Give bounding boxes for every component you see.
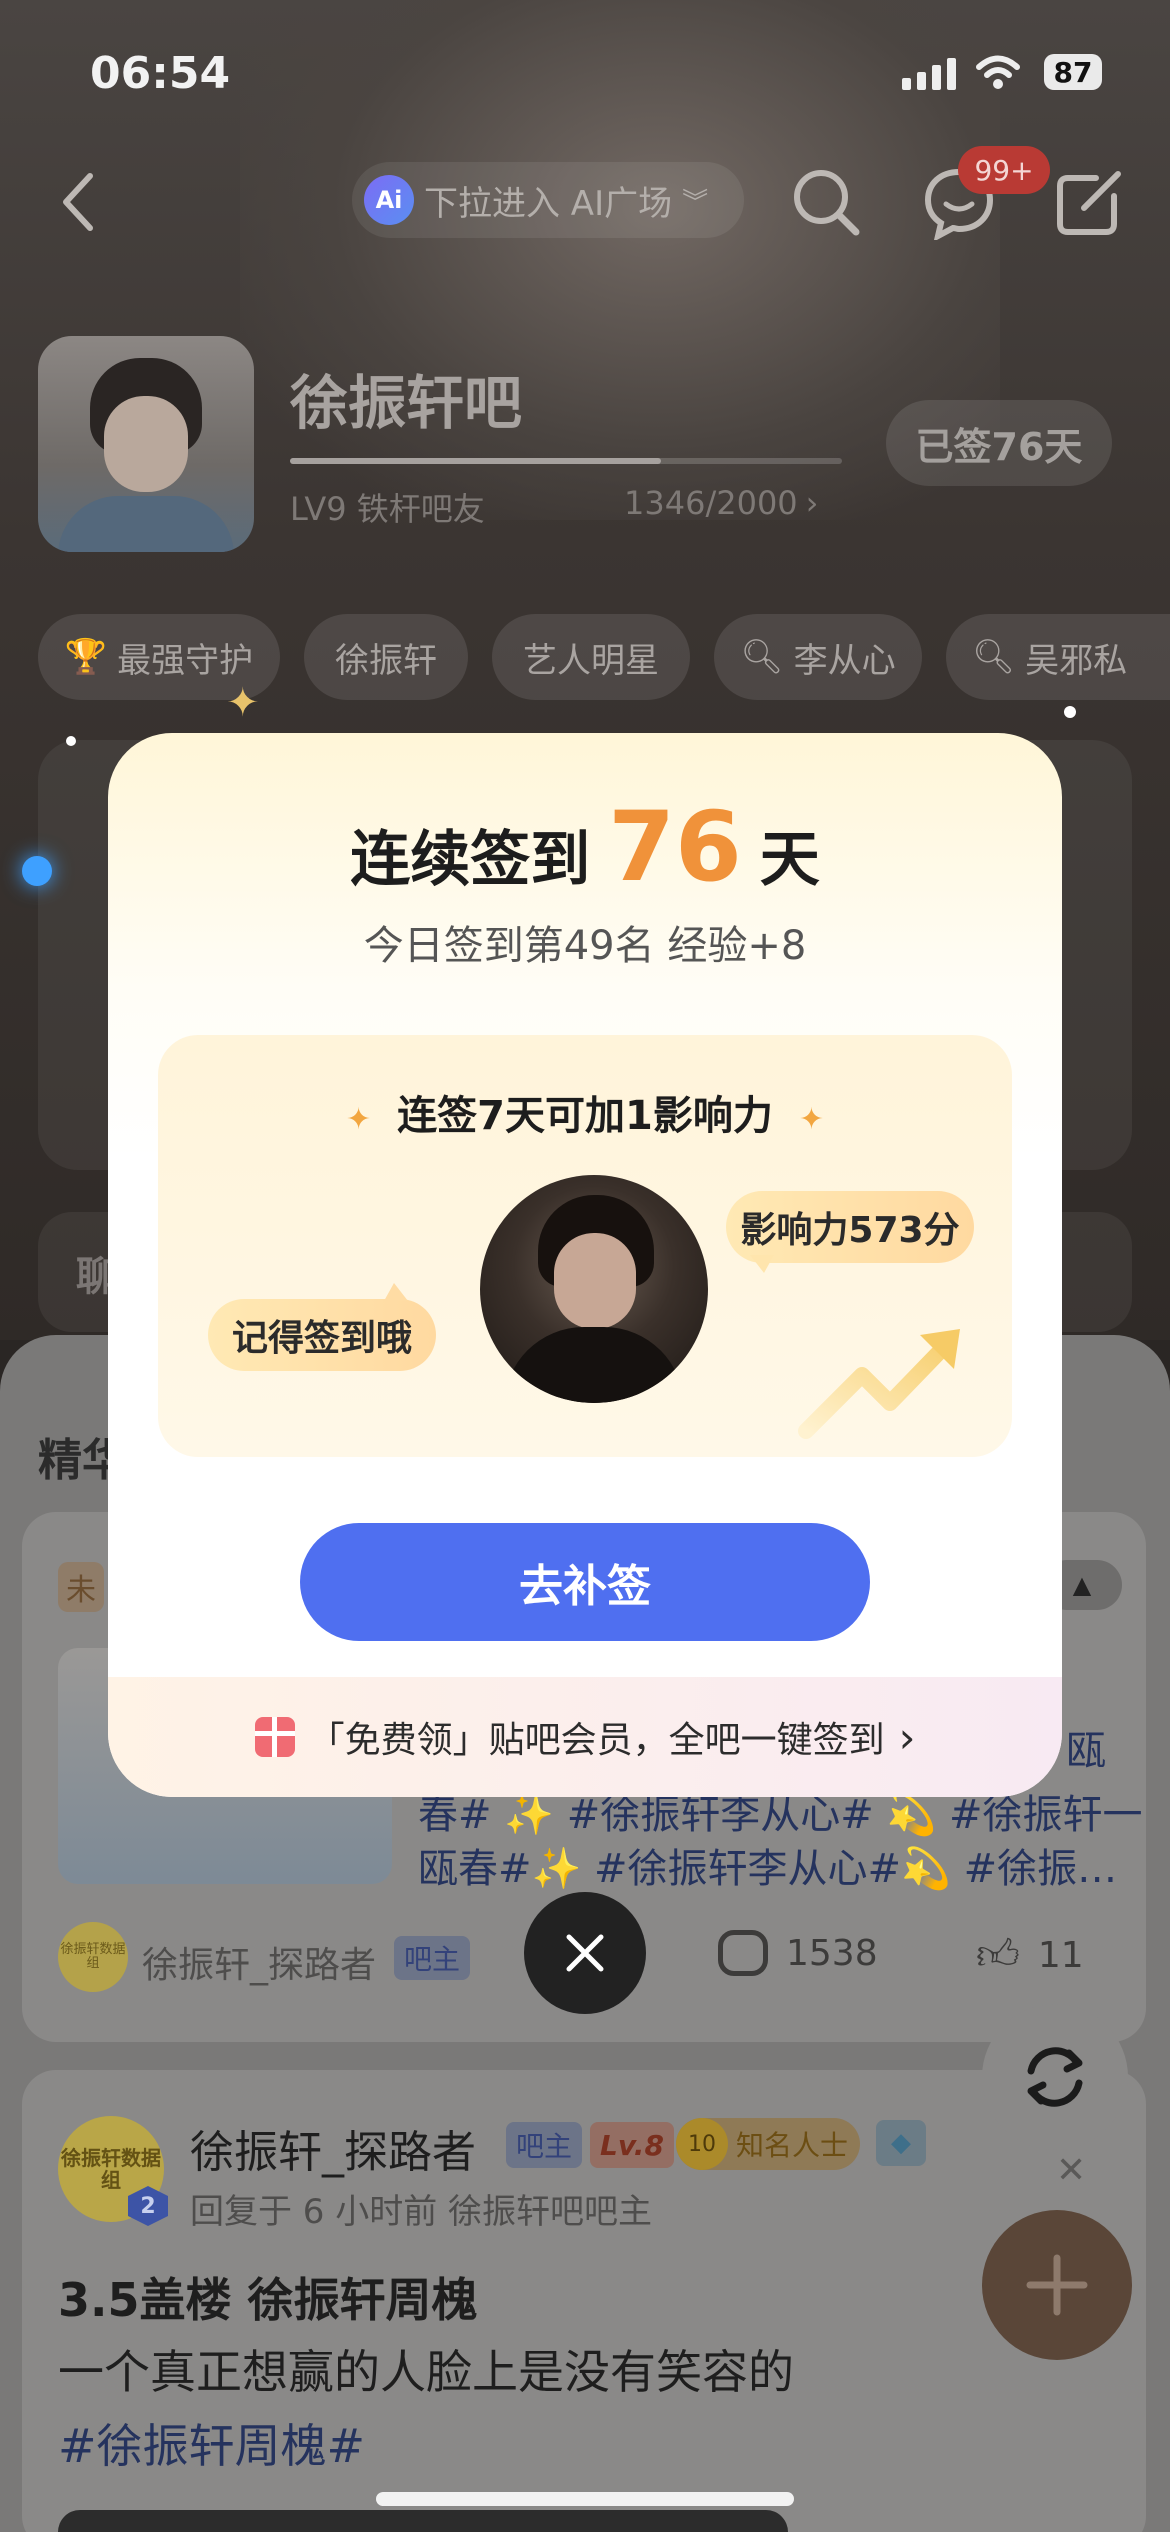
influence-bubble: 影响力573分 [726, 1191, 974, 1263]
tag-chip-search-wu[interactable]: 🔍︎ 吴邪私 [946, 614, 1170, 700]
ai-plaza-label: 下拉进入 AI广场 [424, 183, 673, 224]
comment-icon [718, 1930, 768, 1976]
trophy-icon: 🏆 [64, 637, 108, 677]
exp-progress-fill [290, 458, 662, 464]
level-badge: Lv.8 [590, 2122, 674, 2168]
ai-logo-icon: Ai [364, 175, 414, 225]
wifi-icon [976, 55, 1020, 89]
sparkle-icon: ✦ [346, 1102, 372, 1137]
sparkle-icon: ✦ [798, 1102, 824, 1137]
trend-arrow-icon [798, 1329, 960, 1439]
post-text-line1: 瓯 [1066, 1728, 1106, 1774]
reminder-bubble: 记得签到哦 [208, 1299, 436, 1371]
celebrity-avatar [480, 1175, 708, 1403]
bubble-tail [384, 1283, 408, 1301]
thumbs-up-icon: 👍︎ [976, 1930, 1020, 1979]
double-chevron-down-icon: ︾ [682, 187, 709, 218]
makeup-checkin-button[interactable]: 去补签 [300, 1523, 870, 1641]
search-icon: 🔍︎ [740, 637, 784, 677]
home-indicator [376, 2492, 794, 2506]
refresh-icon [1027, 2047, 1083, 2107]
tag-chip-celebrity[interactable]: 艺人明星 [492, 614, 690, 700]
post-media-preview [58, 2510, 788, 2532]
streak-days: 76 [608, 791, 742, 903]
messages-badge: 99+ [958, 146, 1050, 194]
search-icon[interactable] [790, 166, 862, 238]
gift-icon [254, 1717, 295, 1757]
forum-name: 徐振轩吧 [290, 369, 523, 437]
signed-days-button[interactable]: 已签76天 [886, 400, 1112, 486]
back-chevron-icon[interactable] [58, 172, 98, 232]
chevron-right-icon: › [898, 1712, 916, 1762]
post-status-tag: 未 [58, 1562, 104, 1612]
glow-dot [1064, 706, 1076, 718]
tag-chip-search-li[interactable]: 🔍︎ 李从心 [714, 614, 922, 700]
signal-icon [902, 58, 956, 90]
vip-promo-link[interactable]: 「免费领」贴吧会员，全吧一键签到 › [108, 1677, 1062, 1797]
glow-dot [22, 856, 52, 886]
add-post-button[interactable] [982, 2210, 1132, 2360]
post-author[interactable]: 徐振轩_探路者 [190, 2116, 476, 2180]
status-time: 06:54 [90, 48, 231, 99]
post-text-line3: 瓯春#✨ #徐振轩李从心#💫 #徐振… [418, 1846, 1118, 1892]
close-icon [566, 1934, 604, 1972]
post-title[interactable]: 3.5盖楼 徐振轩周槐 [58, 2264, 478, 2330]
author-avatar[interactable]: 徐振轩数据组 [58, 1922, 128, 1992]
post-hashtag[interactable]: #徐振轩周槐# [58, 2410, 365, 2476]
fame-level-number: 10 [676, 2118, 728, 2170]
fame-badge: 10 知名人士 [676, 2118, 861, 2170]
battery-indicator: 87 [1044, 54, 1102, 90]
reward-title: ✦ 连签7天可加1影响力 ✦ [346, 1093, 824, 1139]
exp-progress-text: 1346/2000 [624, 484, 798, 522]
chevron-right-icon: › [805, 484, 819, 522]
role-badge: 吧主 [506, 2122, 583, 2168]
vip-promo-text: 「免费领」贴吧会员，全吧一键签到 [308, 1720, 885, 1761]
edit-icon[interactable] [1054, 166, 1126, 238]
exp-progress-track [290, 458, 842, 464]
comment-count: 1538 [786, 1932, 878, 1974]
checkin-subtitle: 今日签到第49名 经验+8 [363, 923, 807, 969]
post-meta: 回复于 6 小时前 徐振轩吧吧主 [190, 2192, 653, 2232]
like-count: 11 [1037, 1935, 1084, 1976]
diamond-icon: ◆ [876, 2120, 926, 2166]
close-icon[interactable]: ✕ [1056, 2150, 1086, 2191]
ai-plaza-pill[interactable]: Ai 下拉进入 AI广场 ︾ [352, 162, 744, 238]
forum-level-label: LV9 铁杆吧友 [290, 490, 485, 528]
plus-icon [1026, 2254, 1088, 2316]
like-button[interactable]: 👍︎ 11 [976, 1930, 1084, 1981]
exp-progress-link[interactable]: 1346/2000 › [624, 484, 818, 522]
refresh-button[interactable] [982, 2004, 1128, 2150]
post-body: 一个真正想赢的人脸上是没有笑容的 [58, 2345, 794, 2399]
comment-button[interactable]: 1538 [718, 1930, 878, 1976]
checkin-modal: 连续签到 76 天 今日签到第49名 经验+8 ✦ 连签7天可加1影响力 ✦ 影响力… [108, 733, 1062, 1797]
modal-close-button[interactable] [524, 1892, 646, 2014]
search-icon: 🔍︎ [972, 637, 1016, 677]
reward-card: ✦ 连签7天可加1影响力 ✦ 影响力573分 记得签到哦 [158, 1035, 1012, 1457]
checkin-title: 连续签到 76 天 [350, 791, 820, 903]
bubble-tail [750, 1255, 774, 1273]
forum-avatar[interactable] [38, 336, 254, 552]
role-badge: 吧主 [394, 1936, 471, 1980]
post-author[interactable]: 徐振轩_探路者 [142, 1936, 376, 1988]
tag-chip-artist[interactable]: 徐振轩 [304, 614, 468, 700]
sparkle-decoration: ✦ [226, 680, 260, 726]
glow-dot [66, 736, 76, 746]
